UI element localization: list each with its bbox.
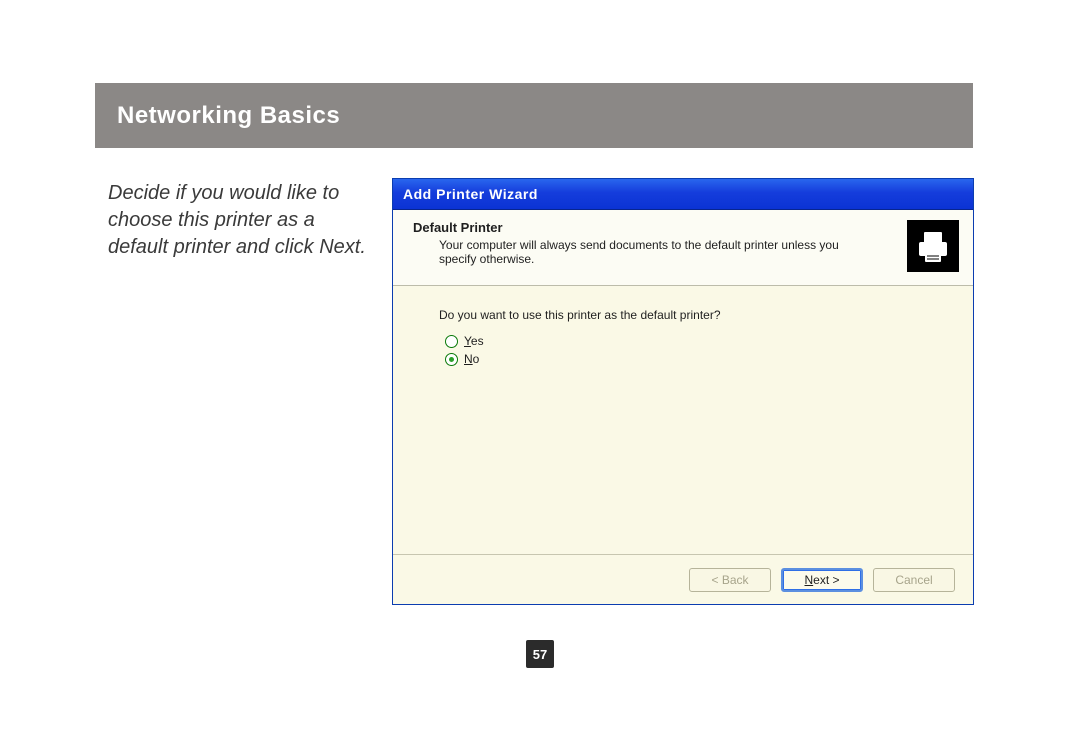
dialog-section-subtitle: Your computer will always send documents… [439,238,859,267]
page-number-badge: 57 [526,640,554,668]
radio-option-yes[interactable]: Yes [445,334,953,348]
printer-icon [907,220,959,272]
page-number: 57 [533,647,547,662]
dialog-header-area: Default Printer Your computer will alway… [393,210,973,286]
radio-label-yes: Yes [464,334,484,348]
radio-icon [445,335,458,348]
section-title: Networking Basics [117,102,340,130]
next-button[interactable]: Next > [781,568,863,592]
section-header: Networking Basics [95,83,973,148]
back-button-label: < Back [711,573,748,587]
dialog-titlebar[interactable]: Add Printer Wizard [393,179,973,210]
radio-label-no: No [464,352,479,366]
dialog-body: Do you want to use this printer as the d… [393,286,973,554]
dialog-section-title: Default Printer [413,220,957,235]
next-button-label: Next > [804,573,839,587]
dialog-question: Do you want to use this printer as the d… [439,308,953,322]
cancel-button-label: Cancel [895,573,932,587]
radio-option-no[interactable]: No [445,352,953,366]
cancel-button[interactable]: Cancel [873,568,955,592]
dialog-footer: < Back Next > Cancel [393,554,973,604]
instruction-text: Decide if you would like to choose this … [108,180,373,261]
add-printer-wizard-dialog: Add Printer Wizard Default Printer Your … [392,178,974,605]
radio-icon [445,353,458,366]
dialog-title: Add Printer Wizard [403,186,538,202]
back-button[interactable]: < Back [689,568,771,592]
